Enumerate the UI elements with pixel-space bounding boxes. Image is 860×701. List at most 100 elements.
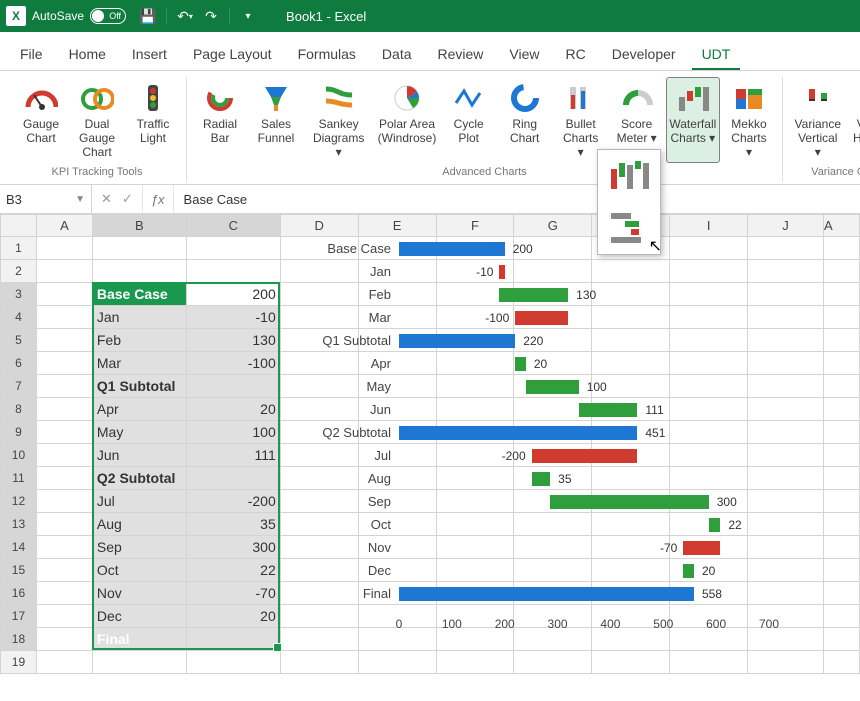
row-header-18[interactable]: 18 bbox=[1, 628, 37, 651]
row-header-8[interactable]: 8 bbox=[1, 398, 37, 421]
cell[interactable]: 20 bbox=[186, 398, 280, 421]
cell[interactable] bbox=[670, 651, 748, 674]
cell[interactable] bbox=[748, 306, 824, 329]
redo-icon[interactable]: ↷ bbox=[203, 8, 219, 24]
col-header-D[interactable]: D bbox=[280, 215, 358, 237]
cell[interactable] bbox=[670, 467, 748, 490]
cell[interactable] bbox=[36, 582, 92, 605]
cell[interactable] bbox=[280, 260, 358, 283]
cell[interactable] bbox=[823, 283, 859, 306]
fx-label[interactable]: ƒx bbox=[143, 185, 174, 213]
cell[interactable] bbox=[436, 237, 514, 260]
cell[interactable] bbox=[670, 605, 748, 628]
cell[interactable] bbox=[670, 329, 748, 352]
cell[interactable] bbox=[36, 444, 92, 467]
cell[interactable] bbox=[358, 329, 436, 352]
cell[interactable] bbox=[670, 536, 748, 559]
cell[interactable] bbox=[186, 467, 280, 490]
cell[interactable] bbox=[436, 375, 514, 398]
cell[interactable] bbox=[436, 421, 514, 444]
cell[interactable] bbox=[823, 651, 859, 674]
cell[interactable] bbox=[36, 283, 92, 306]
cell[interactable] bbox=[592, 536, 670, 559]
cell[interactable] bbox=[748, 513, 824, 536]
cell[interactable] bbox=[358, 237, 436, 260]
cell[interactable] bbox=[92, 237, 186, 260]
row-header-9[interactable]: 9 bbox=[1, 421, 37, 444]
cell[interactable]: Q2 Subtotal bbox=[92, 467, 186, 490]
cell[interactable] bbox=[280, 513, 358, 536]
cell[interactable] bbox=[358, 490, 436, 513]
cell[interactable] bbox=[514, 260, 592, 283]
cell[interactable] bbox=[280, 237, 358, 260]
cell[interactable] bbox=[592, 651, 670, 674]
cell[interactable] bbox=[280, 559, 358, 582]
cell[interactable] bbox=[280, 352, 358, 375]
col-header-F[interactable]: F bbox=[436, 215, 514, 237]
cell[interactable] bbox=[670, 398, 748, 421]
cell[interactable] bbox=[436, 582, 514, 605]
cell[interactable] bbox=[670, 375, 748, 398]
tab-udt[interactable]: UDT bbox=[692, 40, 741, 70]
row-header-6[interactable]: 6 bbox=[1, 352, 37, 375]
cell[interactable]: Dec bbox=[92, 605, 186, 628]
cell[interactable]: 111 bbox=[186, 444, 280, 467]
cell[interactable]: Jul bbox=[92, 490, 186, 513]
cell[interactable] bbox=[748, 559, 824, 582]
ribbon-gauge-button[interactable]: GaugeChart bbox=[14, 77, 68, 163]
cell[interactable] bbox=[823, 421, 859, 444]
cell[interactable] bbox=[36, 467, 92, 490]
cell[interactable] bbox=[592, 444, 670, 467]
cell[interactable]: Aug bbox=[92, 513, 186, 536]
cell[interactable] bbox=[358, 375, 436, 398]
cell[interactable] bbox=[823, 628, 859, 651]
row-header-13[interactable]: 13 bbox=[1, 513, 37, 536]
cell[interactable] bbox=[36, 559, 92, 582]
cell[interactable] bbox=[514, 513, 592, 536]
cell[interactable] bbox=[670, 306, 748, 329]
cell[interactable]: 35 bbox=[186, 513, 280, 536]
cell[interactable] bbox=[592, 398, 670, 421]
cell[interactable] bbox=[280, 582, 358, 605]
cell[interactable]: -200 bbox=[186, 490, 280, 513]
ribbon-dual-gauge-button[interactable]: Dual GaugeChart bbox=[70, 77, 124, 163]
cell[interactable] bbox=[514, 582, 592, 605]
cell[interactable] bbox=[358, 536, 436, 559]
cell[interactable] bbox=[823, 490, 859, 513]
waterfall-option-horizontal[interactable]: ↖ bbox=[598, 202, 660, 254]
cell[interactable]: -100 bbox=[186, 352, 280, 375]
cell[interactable] bbox=[748, 283, 824, 306]
cell[interactable] bbox=[670, 283, 748, 306]
grid[interactable]: ABCDEFGHIJA 123Base Case2004Jan-105Feb13… bbox=[0, 214, 860, 674]
cell[interactable] bbox=[514, 329, 592, 352]
cell[interactable] bbox=[514, 237, 592, 260]
cell[interactable] bbox=[592, 513, 670, 536]
cell[interactable] bbox=[36, 513, 92, 536]
cell[interactable] bbox=[748, 536, 824, 559]
row-header-3[interactable]: 3 bbox=[1, 283, 37, 306]
cell[interactable] bbox=[823, 260, 859, 283]
cell[interactable] bbox=[92, 651, 186, 674]
cell[interactable]: Base Case bbox=[92, 283, 186, 306]
name-box[interactable]: B3 ▼ bbox=[0, 185, 92, 213]
cell[interactable] bbox=[748, 605, 824, 628]
cell[interactable] bbox=[670, 628, 748, 651]
ribbon-polar-button[interactable]: Polar Area(Windrose) bbox=[374, 77, 439, 163]
cell[interactable]: Jun bbox=[92, 444, 186, 467]
tab-data[interactable]: Data bbox=[372, 40, 422, 70]
cell[interactable] bbox=[436, 352, 514, 375]
ribbon-var-h-button[interactable]: VarianceHorizontal bbox=[849, 77, 860, 163]
cell[interactable] bbox=[823, 444, 859, 467]
cell[interactable] bbox=[36, 536, 92, 559]
autosave-toggle[interactable]: AutoSave Off bbox=[32, 8, 126, 24]
ribbon-waterfall-button[interactable]: WaterfallCharts ▾ bbox=[666, 77, 720, 163]
cell[interactable] bbox=[436, 628, 514, 651]
cell[interactable] bbox=[358, 283, 436, 306]
cell[interactable] bbox=[280, 628, 358, 651]
col-header-G[interactable]: G bbox=[514, 215, 592, 237]
cell[interactable] bbox=[436, 260, 514, 283]
cell[interactable] bbox=[436, 329, 514, 352]
cell[interactable] bbox=[823, 559, 859, 582]
cell[interactable] bbox=[436, 651, 514, 674]
ribbon-sankey-button[interactable]: SankeyDiagrams ▾ bbox=[305, 77, 372, 163]
